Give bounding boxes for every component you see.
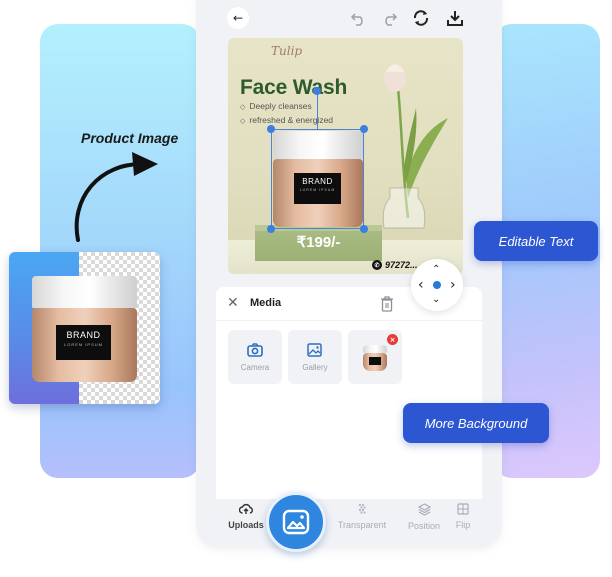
gallery-icon: [307, 343, 322, 357]
jar-label: BRAND LOREM IPSUM: [56, 325, 111, 360]
transparent-icon: [359, 504, 366, 514]
jar-subtitle-text: LOREM IPSUM: [63, 342, 103, 347]
back-arrow-icon: ←: [232, 11, 244, 25]
nav-uploads-label: Uploads: [228, 520, 264, 530]
nav-flip[interactable]: Flip: [452, 503, 474, 530]
script-heading[interactable]: Tulip: [271, 44, 302, 58]
phone-icon: ✆: [372, 260, 382, 270]
back-button[interactable]: ←: [227, 7, 249, 29]
jar-lid: [32, 276, 137, 308]
editable-text-badge: Editable Text: [474, 221, 598, 261]
upload-cloud-icon: [238, 503, 253, 514]
canvas-title[interactable]: Face Wash: [240, 76, 347, 100]
resize-handle-bottom-right[interactable]: [360, 225, 368, 233]
jar-body: [363, 353, 387, 371]
product-image-annotation: Product Image: [81, 130, 179, 146]
jar-brand-text: BRAND: [66, 330, 101, 340]
canvas-bullet[interactable]: Deeply cleanses: [240, 101, 311, 111]
nav-position-label: Position: [407, 521, 441, 531]
add-image-button[interactable]: [266, 492, 326, 552]
move-left-icon[interactable]: ‹: [418, 278, 424, 292]
uploaded-image-tile[interactable]: ×: [348, 330, 402, 384]
move-right-icon[interactable]: ›: [450, 278, 456, 292]
design-canvas[interactable]: Tulip Face Wash Deeply cleanses refreshe…: [228, 38, 463, 274]
rotate-stem: [317, 91, 318, 129]
curved-arrow-icon: [74, 152, 158, 242]
camera-label: Camera: [240, 363, 270, 372]
product-thumbnail: [363, 345, 387, 371]
gallery-label: Gallery: [302, 363, 328, 372]
move-control-pad[interactable]: ⌃ ⌄ ‹ ›: [411, 259, 463, 311]
jar-body: BRAND LOREM IPSUM: [32, 308, 137, 382]
tulip-vase-image: [382, 64, 448, 229]
resize-handle-top-right[interactable]: [360, 125, 368, 133]
media-title: Media: [250, 297, 282, 309]
bottom-navigation: Uploads Transparent Position Flip: [216, 499, 502, 544]
more-background-badge: More Background: [403, 403, 549, 443]
flip-icon: [457, 503, 469, 515]
gallery-tile[interactable]: Gallery: [288, 330, 342, 384]
layers-icon: [417, 503, 431, 516]
selection-box[interactable]: [271, 129, 364, 229]
canvas-bullet[interactable]: refreshed & energized: [240, 115, 333, 125]
product-jar: BRAND LOREM IPSUM: [32, 276, 137, 382]
trash-icon[interactable]: [380, 296, 394, 312]
nav-flip-label: Flip: [455, 520, 471, 530]
nav-transparent[interactable]: Transparent: [334, 503, 390, 530]
remove-image-button[interactable]: ×: [387, 334, 398, 345]
jar-lid: [363, 345, 387, 353]
contact-number-text: 97272...: [385, 260, 418, 270]
nav-position[interactable]: Position: [404, 503, 444, 531]
nav-uploads[interactable]: Uploads: [226, 503, 266, 530]
refresh-icon[interactable]: [412, 9, 430, 27]
move-up-icon[interactable]: ⌃: [432, 265, 440, 275]
nav-transparent-label: Transparent: [337, 520, 387, 530]
resize-handle-bottom-left[interactable]: [267, 225, 275, 233]
undo-icon[interactable]: [350, 9, 368, 27]
resize-handle-top-left[interactable]: [267, 125, 275, 133]
left-background-card: [40, 24, 200, 478]
camera-tile[interactable]: Camera: [228, 330, 282, 384]
move-down-icon[interactable]: ⌄: [432, 295, 440, 305]
download-icon[interactable]: [446, 9, 464, 27]
editor-toolbar: ←: [196, 0, 502, 36]
redo-icon[interactable]: [380, 9, 398, 27]
move-center-dot: [433, 281, 441, 289]
close-icon[interactable]: ✕: [227, 295, 239, 311]
background-removal-preview: BRAND LOREM IPSUM: [9, 252, 160, 404]
price-text[interactable]: ₹199/-: [255, 233, 382, 251]
media-panel: ✕ Media Camera Gallery ×: [216, 287, 482, 499]
image-icon: [282, 509, 310, 535]
jar-label: [369, 357, 381, 365]
rotate-handle[interactable]: [313, 87, 321, 95]
contact-number[interactable]: ✆ 97272...: [372, 260, 418, 270]
camera-icon: [247, 343, 263, 357]
